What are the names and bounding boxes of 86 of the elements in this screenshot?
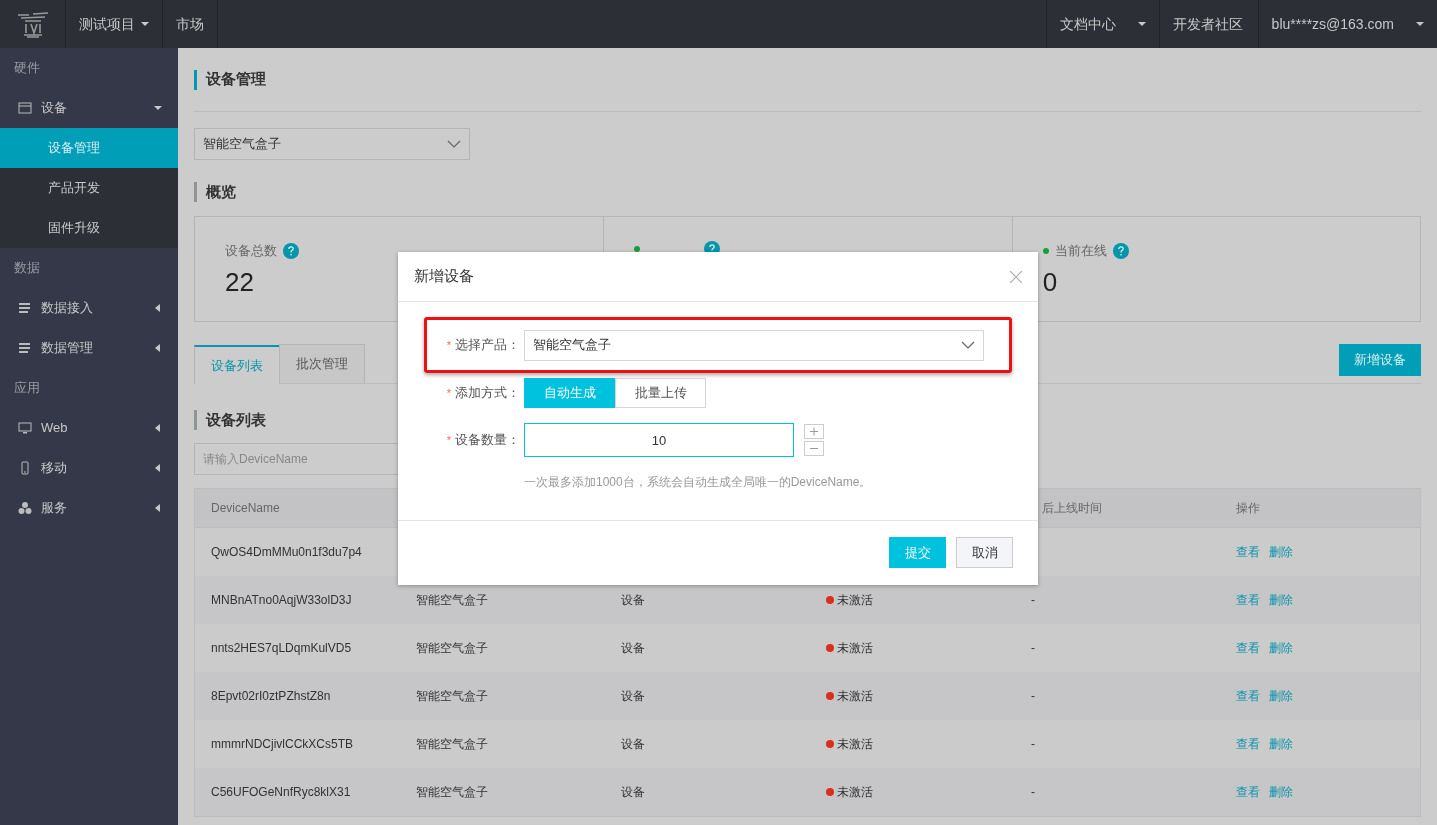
sidebar-item[interactable]: 设备 — [0, 88, 178, 128]
quantity-field[interactable]: 10 — [524, 423, 794, 457]
required-mark: * — [446, 432, 451, 448]
table-cell: - — [1031, 641, 1035, 655]
table-cell-text: 未激活 — [837, 736, 873, 753]
table-cell: 智能空气盒子 — [416, 593, 488, 607]
table-cell-text: 未激活 — [837, 688, 873, 705]
window-icon — [18, 101, 32, 115]
table-cell: 智能空气盒子 — [416, 641, 488, 655]
stat-value: 0 — [1042, 266, 1058, 297]
nav-item[interactable]: 文档中心 — [1045, 0, 1159, 48]
caret-icon — [154, 103, 162, 113]
table-cell-text: 未激活 — [837, 640, 873, 657]
product-select[interactable]: 智能空气盒子 — [524, 329, 984, 361]
product-select[interactable]: 智能空气盒子 — [194, 128, 470, 160]
section-title: 数据 — [14, 259, 40, 278]
help-icon[interactable] — [283, 242, 299, 259]
caret-icon — [154, 343, 162, 353]
help-icon[interactable] — [1112, 242, 1129, 259]
table-cell: C56UFOGeNnfRyc8klX31 — [211, 785, 351, 799]
caret-icon — [141, 19, 149, 29]
table-cell: 智能空气盒子 — [416, 689, 488, 703]
table-cell: - — [1031, 737, 1035, 751]
table-cell: - — [1031, 689, 1035, 703]
table-cell-text: 未激活 — [837, 784, 873, 801]
nav-item[interactable]: blu****zs@163.com — [1257, 0, 1437, 48]
sidebar-item[interactable]: 数据接入 — [0, 288, 178, 328]
table-cell-text: 未激活 — [837, 592, 873, 609]
stat-label: 设备总数 — [225, 242, 277, 260]
caret-icon — [154, 423, 162, 433]
field-label: 设备数量： — [455, 431, 520, 450]
chevron-down-icon — [961, 341, 975, 349]
cancel-button[interactable]: 取消 — [956, 537, 1013, 568]
table-cell: 设备 — [621, 689, 645, 703]
page-title: 设备管理 — [206, 69, 266, 90]
table-cell: 8Epvt02rI0ztPZhstZ8n — [211, 689, 331, 703]
section-title: 设备列表 — [206, 409, 266, 430]
dialog-title: 新增设备 — [414, 266, 474, 287]
nav-item[interactable]: 开发者社区 — [1158, 0, 1258, 48]
table-cell: - — [1031, 785, 1035, 799]
table-cell: 设备 — [621, 641, 645, 655]
cluster-icon — [18, 501, 32, 515]
section-title: 硬件 — [14, 59, 40, 78]
field-label: 添加方式： — [455, 384, 520, 403]
sidebar-subitem[interactable]: 固件升级 — [0, 208, 178, 248]
column-header: 操作 — [1236, 501, 1260, 515]
stat-label: 当前在线 — [1054, 242, 1107, 260]
monitor-icon — [18, 421, 32, 435]
caret-icon — [154, 303, 162, 313]
minus-icon[interactable] — [804, 441, 824, 456]
table-cell: 智能空气盒子 — [416, 737, 488, 751]
hint-text: 一次最多添加1000台，系统会自动生成全局唯一的DeviceName。 — [524, 475, 872, 489]
chevron-down-icon — [447, 140, 461, 148]
sidebar-subitem[interactable]: 产品开发 — [0, 168, 178, 208]
table-cell: QwOS4DmMMu0n1f3du7p4 — [211, 545, 362, 559]
required-mark: * — [446, 337, 451, 353]
caret-icon — [1416, 19, 1424, 29]
list-icon — [18, 301, 32, 315]
caret-icon — [1137, 19, 1146, 29]
table-cell: - — [1031, 593, 1035, 607]
table-cell: 设备 — [621, 737, 645, 751]
caret-icon — [154, 463, 162, 473]
table-cell: 设备 — [621, 785, 645, 799]
table-cell: nnts2HES7qLDqmKulVD5 — [211, 641, 352, 655]
phone-icon — [18, 461, 32, 475]
column-header: DeviceName — [211, 501, 280, 515]
plus-icon[interactable] — [804, 424, 824, 439]
table-cell: mmmrNDCjivlCCkXCs5TB — [211, 737, 353, 751]
caret-icon — [154, 503, 162, 513]
tab[interactable]: 批次管理 — [279, 344, 365, 383]
sidebar-item[interactable]: 数据管理 — [0, 328, 178, 368]
segment-option[interactable]: 批量上传 — [615, 378, 706, 408]
table-cell: 智能空气盒子 — [416, 785, 488, 799]
sidebar-item[interactable]: 服务 — [0, 488, 178, 528]
sidebar-item[interactable]: Web — [0, 408, 178, 448]
close-icon[interactable] — [1010, 270, 1022, 283]
required-mark: * — [446, 385, 451, 401]
sidebar-item[interactable]: 移动 — [0, 448, 178, 488]
table-cell: 设备 — [621, 593, 645, 607]
list-icon — [18, 341, 32, 355]
section-title: 应用 — [14, 379, 40, 398]
field-label: 选择产品： — [455, 336, 520, 355]
section-title: 概览 — [206, 181, 236, 202]
table-cell: MNBnATno0AqjW33olD3J — [211, 593, 352, 607]
column-header: 后上线时间 — [1042, 501, 1102, 515]
stat-value: 22 — [225, 266, 254, 297]
